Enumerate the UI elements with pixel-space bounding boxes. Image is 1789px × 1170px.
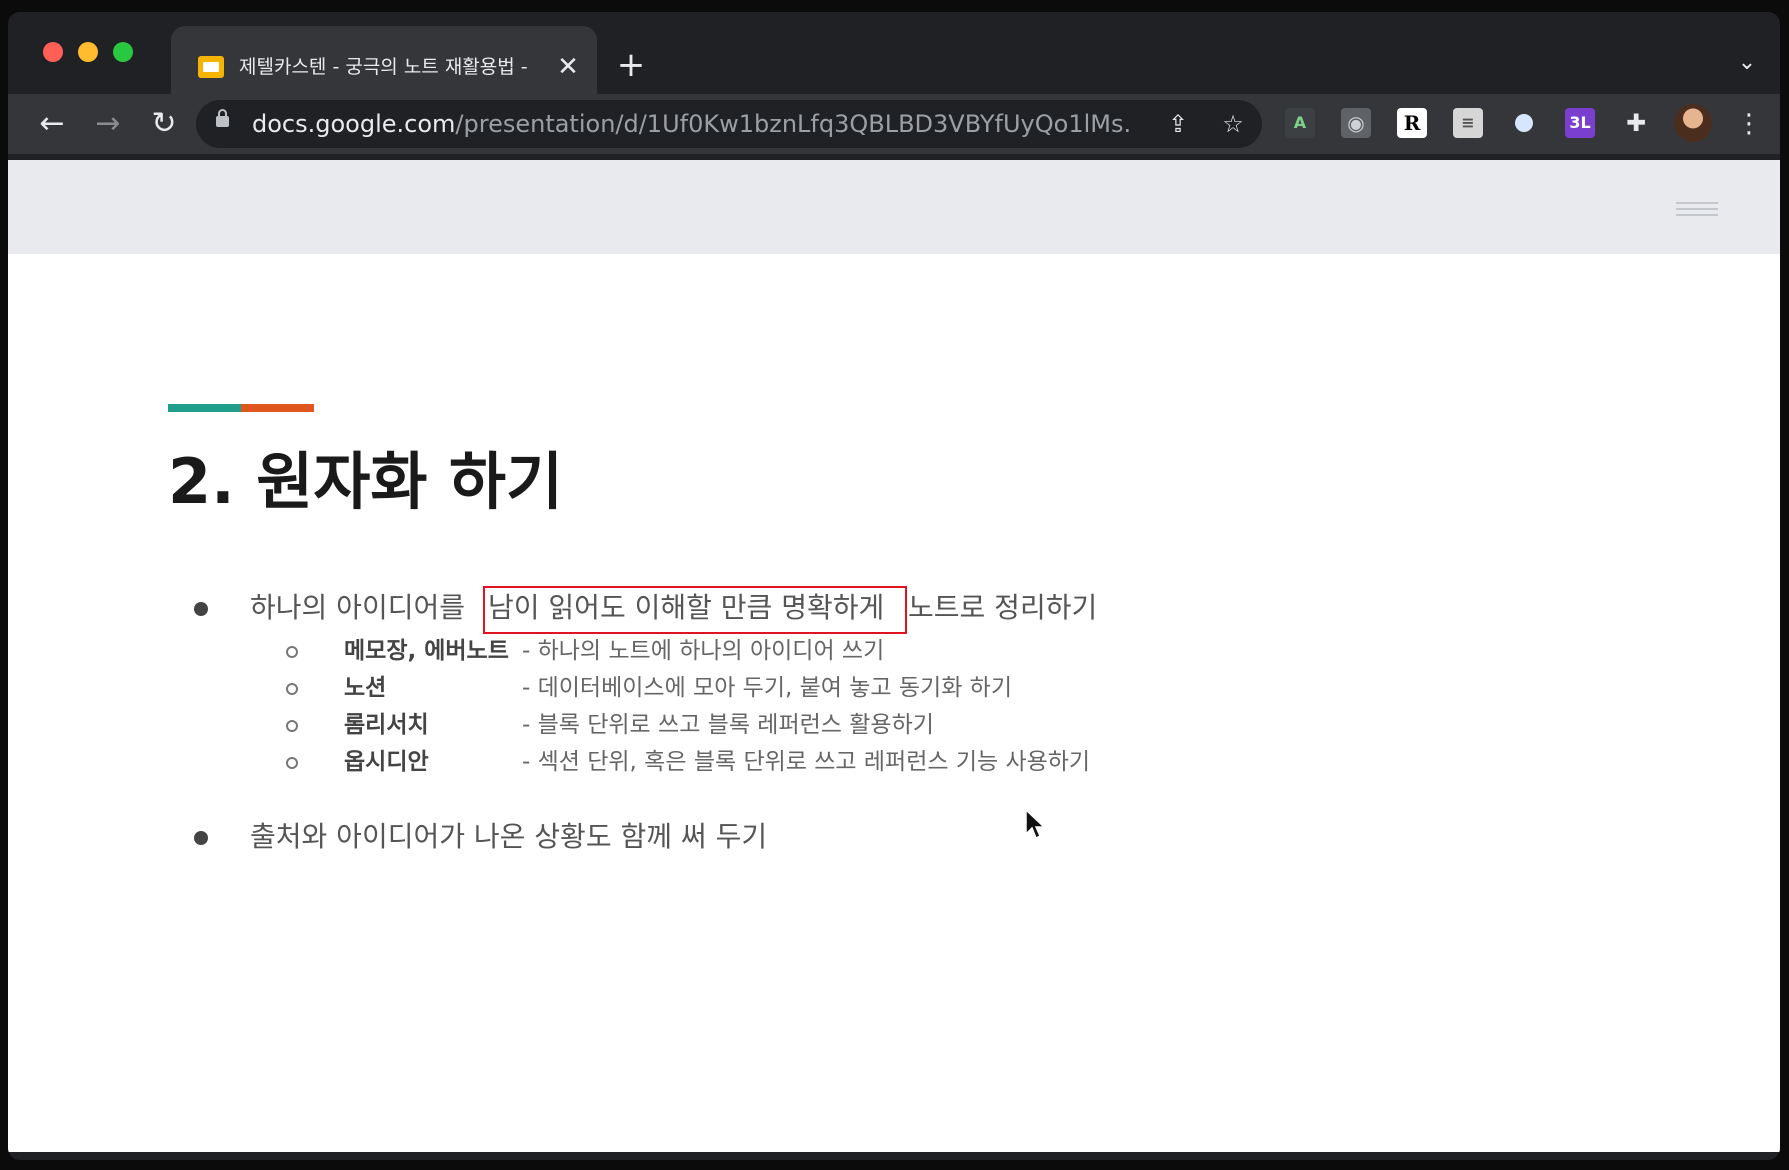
address-bar[interactable]: docs.google.com/presentation/d/1Uf0Kw1bz… — [196, 100, 1262, 148]
bookmark-star-icon[interactable]: ☆ — [1219, 110, 1247, 138]
slide-title: 2. 원자화 하기 — [168, 445, 564, 518]
maximize-window-button[interactable] — [113, 42, 133, 62]
accent-orange — [241, 404, 314, 412]
sub-bullet-circle — [286, 646, 298, 658]
reload-button[interactable]: ↻ — [146, 106, 182, 142]
mouse-cursor-icon — [1025, 808, 1046, 840]
browser-menu-icon[interactable]: ⋮ — [1736, 106, 1762, 142]
hamburger-menu-icon[interactable] — [1676, 202, 1718, 216]
sub-item-name: 롬리서치 — [344, 712, 429, 738]
bullet-2-text: 출처와 아이디어가 나온 상황도 함께 써 두기 — [250, 820, 768, 853]
sub-item-desc: - 하나의 노트에 하나의 아이디어 쓰기 — [522, 638, 885, 664]
sub-bullet-circle — [286, 683, 298, 695]
slide-header-bar — [8, 160, 1780, 254]
new-tab-button[interactable]: + — [614, 48, 648, 82]
back-button[interactable]: ← — [34, 106, 70, 142]
highlight-box — [483, 586, 907, 634]
lock-icon[interactable] — [216, 109, 229, 127]
bullet-dot — [194, 831, 208, 845]
bullet-1-text-before: 하나의 아이디어를 — [250, 591, 465, 624]
sub-item-desc: - 섹션 단위, 혹은 블록 단위로 쓰고 레퍼런스 기능 사용하기 — [522, 749, 1091, 775]
extensions-puzzle-icon[interactable]: ✚ — [1621, 108, 1651, 138]
url-host: docs.google.com — [252, 110, 456, 138]
tab-strip: 제텔카스텐 - 궁극의 노트 재활용법 - ✕ + ⌄ — [8, 12, 1780, 94]
close-window-button[interactable] — [43, 42, 63, 62]
camera-extension-icon[interactable]: ◉ — [1341, 108, 1371, 138]
sub-bullet-circle — [286, 757, 298, 769]
title-accent-bar — [168, 404, 314, 412]
sub-item-desc: - 데이터베이스에 모아 두기, 붙여 놓고 동기화 하기 — [522, 675, 1012, 701]
sub-bullet-circle — [286, 720, 298, 732]
sub-item-name: 메모장, 에버노트 — [344, 638, 509, 664]
google-slides-icon — [198, 56, 224, 78]
sub-item-desc: - 블록 단위로 쓰고 블록 레퍼런스 활용하기 — [522, 712, 934, 738]
forward-button[interactable]: → — [90, 106, 126, 142]
tab-title: 제텔카스텐 - 궁극의 노트 재활용법 - — [239, 56, 528, 78]
minimize-window-button[interactable] — [78, 42, 98, 62]
browser-toolbar: ← → ↻ docs.google.com/presentation/d/1Uf… — [8, 94, 1780, 154]
bullet-1-text-after: 노트로 정리하기 — [908, 591, 1098, 624]
profile-avatar[interactable] — [1674, 104, 1712, 142]
browser-window: 제텔카스텐 - 궁극의 노트 재활용법 - ✕ + ⌄ ← → ↻ docs.g… — [8, 12, 1780, 1160]
tab-search-chevron-icon[interactable]: ⌄ — [1734, 50, 1760, 76]
accent-teal — [168, 404, 241, 412]
active-tab[interactable]: 제텔카스텐 - 궁극의 노트 재활용법 - ✕ — [171, 26, 597, 94]
sub-item-name: 노션 — [344, 675, 387, 701]
slide-viewport: 2. 원자화 하기 하나의 아이디어를 남이 읽어도 이해할 만큼 명확하게 노… — [8, 160, 1780, 1152]
url-text[interactable]: docs.google.com/presentation/d/1Uf0Kw1bz… — [252, 100, 1132, 148]
document-extension-icon[interactable]: ≡ — [1453, 108, 1483, 138]
circle-extension-icon[interactable] — [1509, 108, 1539, 138]
bullet-dot — [194, 602, 208, 616]
share-icon[interactable]: ⇪ — [1164, 110, 1192, 138]
3l-extension-icon[interactable]: 3L — [1565, 108, 1595, 138]
sub-item-name: 옵시디안 — [344, 749, 429, 775]
r-extension-icon[interactable]: R — [1397, 108, 1427, 138]
tab-close-icon[interactable]: ✕ — [555, 54, 581, 80]
extension-a-icon[interactable]: A — [1285, 108, 1315, 138]
url-path: /presentation/d/1Uf0Kw1bznLfq3QBLBD3VBYf… — [455, 110, 1132, 138]
